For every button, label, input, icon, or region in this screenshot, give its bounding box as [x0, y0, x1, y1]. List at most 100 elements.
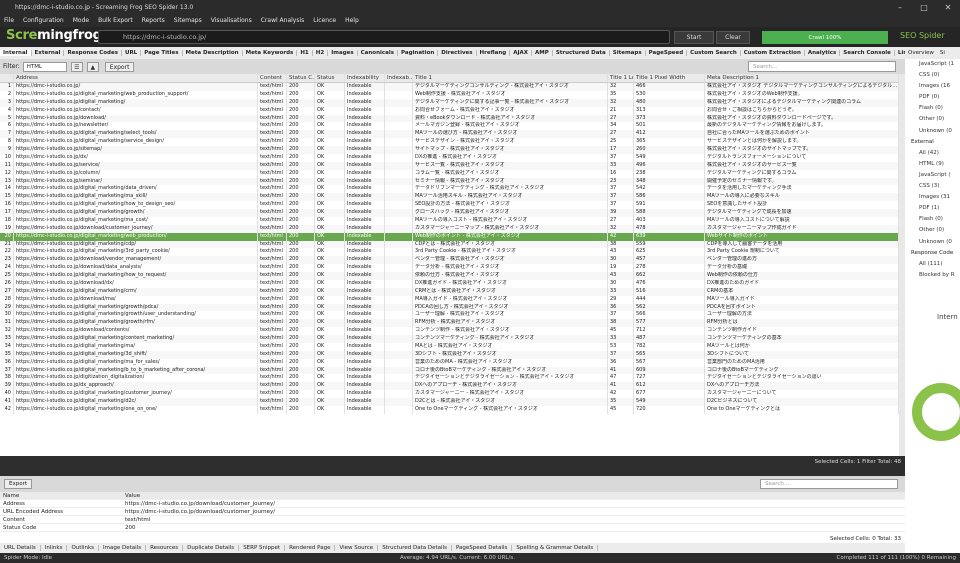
overview-item[interactable]: Unknown (0 [905, 126, 960, 137]
table-row[interactable]: 9 https://dmc-i-studio.co.jp/sitemap/text… [0, 146, 905, 154]
menu-item[interactable]: Configuration [23, 17, 64, 24]
bottom-tab[interactable]: PageSpeed Details [452, 545, 513, 551]
tab-item[interactable]: H2 [313, 50, 329, 56]
table-row[interactable]: 32 https://dmc-i-studio.co.jp/download/co… [0, 327, 905, 335]
tree-view-icon[interactable]: ▲ [86, 61, 99, 72]
table-row[interactable]: 5 https://dmc-i-studio.co.jp/download/tex… [0, 114, 905, 123]
tab-item[interactable]: Page Titles [141, 50, 183, 56]
menu-item[interactable]: Reports [142, 17, 165, 24]
bottom-tab[interactable]: Resources [146, 545, 184, 551]
overview-item[interactable]: CSS (0) [905, 70, 960, 81]
table-row[interactable]: 15 https://dmc-i-studio.co.jp/digital_mar… [0, 193, 905, 202]
tab-item[interactable]: Search Console [840, 50, 895, 56]
table-row[interactable]: 10 https://dmc-i-studio.co.jp/dx/text/htm… [0, 153, 905, 162]
table-row[interactable]: 8 https://dmc-i-studio.co.jp/digital_mark… [0, 138, 905, 146]
bottom-tab[interactable]: Duplicate Details [183, 545, 240, 551]
details-row[interactable]: Address https://dmc-i-studio.co.jp/downlo… [0, 500, 905, 508]
tab-item[interactable]: AMP [532, 50, 553, 56]
menu-item[interactable]: Sitemaps [174, 17, 202, 24]
table-row[interactable]: 7 https://dmc-i-studio.co.jp/digital_mark… [0, 130, 905, 139]
overview-item[interactable]: Other (0) [905, 114, 960, 125]
table-row[interactable]: 22 https://dmc-i-studio.co.jp/digital_mar… [0, 248, 905, 257]
column-header[interactable]: Address [14, 74, 258, 82]
tab-item[interactable]: URL [122, 50, 142, 56]
bottom-tab[interactable]: Image Details [99, 545, 147, 551]
column-header[interactable]: Indexability [345, 74, 385, 82]
tab-item[interactable]: Directives [438, 50, 477, 56]
table-row[interactable]: 19 https://dmc-i-studio.co.jp/download/cu… [0, 224, 905, 233]
table-row[interactable]: 28 https://dmc-i-studio.co.jp/download/ma… [0, 295, 905, 304]
table-row[interactable]: 42 https://dmc-i-studio.co.jp/digital_mar… [0, 405, 905, 414]
overview-item[interactable]: External [905, 137, 960, 148]
menu-item[interactable]: Licence [313, 17, 336, 24]
lower-search-input[interactable]: Search... [760, 479, 898, 489]
table-row[interactable]: 34 https://dmc-i-studio.co.jp/digital_mar… [0, 342, 905, 351]
table-row[interactable]: 39 https://dmc-i-studio.co.jp/dx_approach… [0, 382, 905, 391]
details-row[interactable]: Content text/html [0, 516, 905, 524]
table-row[interactable]: 20 https://dmc-i-studio.co.jp/digital_mar… [0, 232, 905, 241]
menu-item[interactable]: Mode [73, 17, 89, 24]
overview-item[interactable]: JavaScript ( [905, 170, 960, 181]
tab-overview[interactable]: Overview [905, 50, 937, 56]
clear-button[interactable]: Clear [716, 31, 750, 44]
column-header[interactable]: Indexab... [385, 74, 413, 82]
table-row[interactable]: 33 https://dmc-i-studio.co.jp/digital_mar… [0, 335, 905, 343]
tab-item[interactable]: Structured Data [553, 50, 610, 56]
bottom-tab[interactable]: Rendered Page [285, 545, 336, 551]
search-input[interactable]: Search... [748, 61, 896, 72]
overview-item[interactable]: Unknown (0 [905, 237, 960, 248]
overview-item[interactable]: Images (16 [905, 81, 960, 92]
menu-item[interactable]: Visualisations [211, 17, 252, 24]
tab-item[interactable]: External [32, 50, 65, 56]
menu-item[interactable]: Help [345, 17, 359, 24]
tab-item[interactable]: AJAX [510, 50, 533, 56]
overview-item[interactable]: PDF (0) [905, 92, 960, 103]
tab-item[interactable]: Canonicals [358, 50, 399, 56]
list-view-icon[interactable]: ☰ [70, 61, 83, 72]
table-row[interactable]: 18 https://dmc-i-studio.co.jp/digital_mar… [0, 216, 905, 225]
table-row[interactable]: 41 https://dmc-i-studio.co.jp/digital_mar… [0, 398, 905, 406]
table-row[interactable]: 37 https://dmc-i-studio.co.jp/digital_mar… [0, 366, 905, 375]
overview-item[interactable]: All (42) [905, 148, 960, 159]
column-header[interactable]: Meta Description 1 [705, 74, 899, 82]
tab-item[interactable]: Internal [0, 50, 32, 56]
lower-export-button[interactable]: Export [4, 479, 33, 489]
overview-item[interactable]: Other (0) [905, 225, 960, 236]
table-row[interactable]: 12 https://dmc-i-studio.co.jp/column/text… [0, 169, 905, 178]
tab-item[interactable]: Images [328, 50, 358, 56]
table-row[interactable]: 2 https://dmc-i-studio.co.jp/digital_mark… [0, 90, 905, 99]
overview-item[interactable]: Images (31 [905, 192, 960, 203]
minimize-icon[interactable]: – [888, 0, 912, 14]
overview-item[interactable]: Response Code [905, 248, 960, 259]
url-input[interactable]: https://dmc-i-studio.co.jp/ [98, 30, 670, 44]
tab-item[interactable]: Meta Description [183, 50, 243, 56]
overview-item[interactable]: CSS (3) [905, 181, 960, 192]
column-header[interactable]: Content [258, 74, 287, 82]
tab-item[interactable]: Custom Search [687, 50, 741, 56]
filter-select[interactable]: HTML [22, 61, 67, 72]
overview-item[interactable]: PDF (1) [905, 203, 960, 214]
tab-item[interactable]: Meta Keywords [243, 50, 298, 56]
menu-item[interactable]: Bulk Export [98, 17, 133, 24]
menu-item[interactable]: Crawl Analysis [261, 17, 305, 24]
table-row[interactable]: 25 https://dmc-i-studio.co.jp/digital_mar… [0, 272, 905, 280]
table-row[interactable]: 38 https://dmc-i-studio.co.jp/digitizatio… [0, 374, 905, 383]
tab-item[interactable]: PageSpeed [646, 50, 688, 56]
table-row[interactable]: 27 https://dmc-i-studio.co.jp/digital_mar… [0, 287, 905, 296]
bottom-tab[interactable]: Spelling & Grammar Details [512, 545, 599, 551]
tab-item[interactable]: Custom Extraction [741, 50, 805, 56]
column-header[interactable]: Title 1 [413, 74, 608, 82]
tab-item[interactable]: Hreflang [477, 50, 511, 56]
table-row[interactable]: 36 https://dmc-i-studio.co.jp/digital_mar… [0, 358, 905, 367]
maximize-icon[interactable]: □ [912, 0, 936, 14]
details-row[interactable]: URL Encoded Address https://dmc-i-studio.… [0, 508, 905, 516]
bottom-tab[interactable]: SERP Snippet [239, 545, 286, 551]
close-icon[interactable]: ✕ [936, 0, 960, 14]
tab-item[interactable]: Pagination [398, 50, 439, 56]
column-header[interactable]: Title 1 Length [608, 74, 634, 82]
column-header[interactable]: Status [315, 74, 345, 82]
table-row[interactable]: 40 https://dmc-i-studio.co.jp/digital_mar… [0, 390, 905, 398]
table-row[interactable]: 17 https://dmc-i-studio.co.jp/digital_mar… [0, 209, 905, 217]
table-row[interactable]: 3 https://dmc-i-studio.co.jp/digital_mark… [0, 98, 905, 107]
tab-item[interactable]: Sitemaps [610, 50, 646, 56]
